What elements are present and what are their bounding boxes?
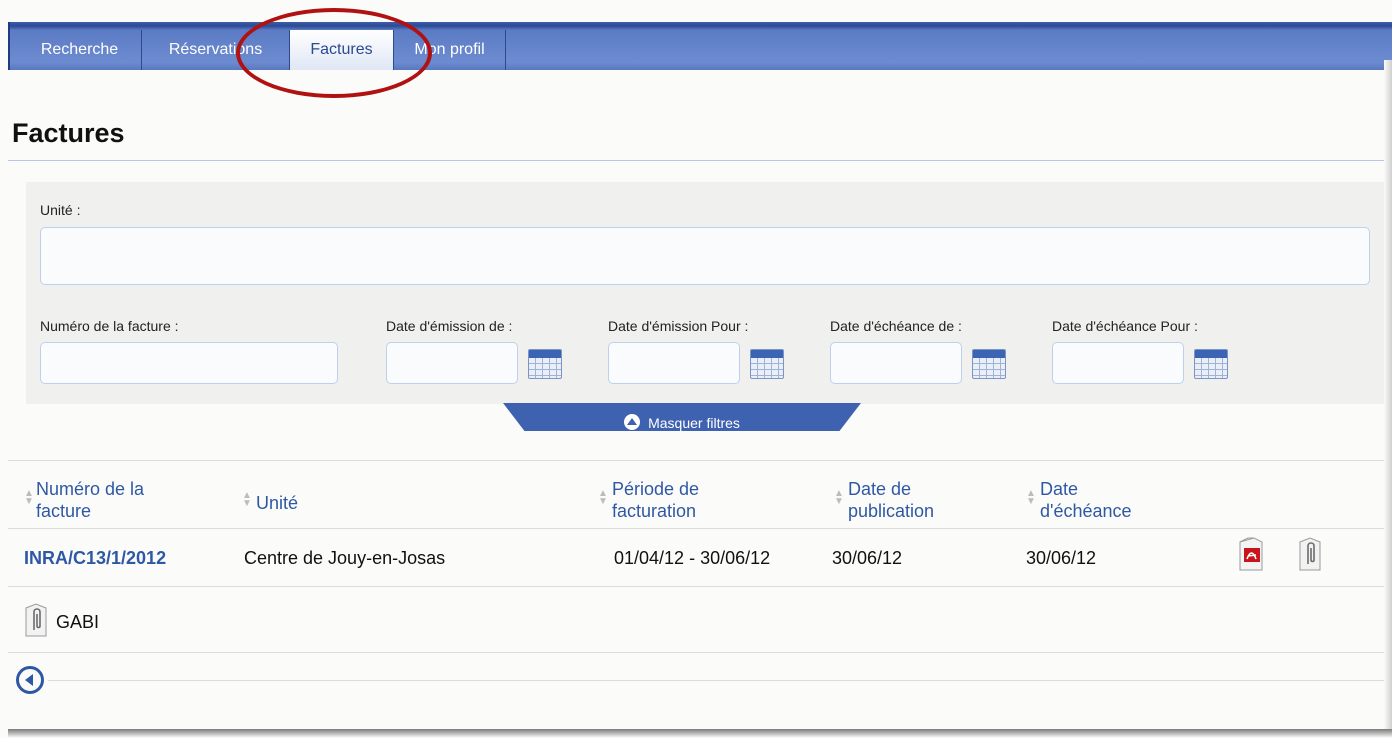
column-header-billing-period[interactable]: Période de facturation bbox=[612, 478, 699, 522]
calendar-icon[interactable] bbox=[1194, 349, 1228, 379]
column-header-invoice-number[interactable]: Numéro de la facture bbox=[36, 478, 144, 522]
sort-icon: ▲ ▼ bbox=[834, 488, 844, 507]
due-date-to-label: Date d'échéance Pour : bbox=[1052, 318, 1198, 334]
billing-period-cell: 01/04/12 - 30/06/12 bbox=[614, 548, 771, 568]
sort-icon: ▲ ▼ bbox=[242, 490, 252, 509]
unit-input[interactable] bbox=[40, 227, 1370, 285]
hide-filters-button[interactable]: Masquer filtres bbox=[503, 403, 861, 431]
tab-recherche[interactable]: Recherche bbox=[18, 30, 142, 70]
title-divider bbox=[8, 160, 1392, 161]
sort-icon: ▲ ▼ bbox=[24, 488, 34, 507]
chevron-up-icon bbox=[624, 414, 641, 430]
hide-filters-label: Masquer filtres bbox=[648, 415, 740, 431]
page-shadow bbox=[1384, 60, 1392, 738]
issue-date-from-input[interactable] bbox=[386, 342, 518, 384]
paperclip-icon[interactable] bbox=[1296, 536, 1324, 572]
highlight-circle bbox=[236, 8, 432, 98]
attachment-label[interactable]: GABI bbox=[56, 612, 99, 633]
invoice-number-input[interactable] bbox=[40, 342, 338, 384]
invoice-number-label: Numéro de la facture : bbox=[40, 318, 179, 334]
calendar-icon[interactable] bbox=[750, 349, 784, 379]
issue-date-from-label: Date d'émission de : bbox=[386, 318, 513, 334]
issue-date-to-label: Date d'émission Pour : bbox=[608, 318, 749, 334]
page: Recherche Réservations Factures Mon prof… bbox=[0, 0, 1392, 738]
calendar-icon[interactable] bbox=[972, 349, 1006, 379]
calendar-icon[interactable] bbox=[528, 349, 562, 379]
column-header-unit[interactable]: Unité bbox=[256, 492, 298, 514]
page-shadow bbox=[8, 729, 1392, 738]
attachment-divider bbox=[8, 652, 1384, 653]
table-row-divider bbox=[8, 586, 1384, 587]
back-button[interactable] bbox=[16, 666, 44, 694]
due-date-to-input[interactable] bbox=[1052, 342, 1184, 384]
due-date-from-input[interactable] bbox=[830, 342, 962, 384]
table-header-divider bbox=[8, 528, 1384, 529]
due-date-cell: 30/06/12 bbox=[1026, 548, 1097, 568]
pdf-icon[interactable] bbox=[1236, 536, 1264, 572]
filter-panel: Unité : Numéro de la facture : Date d'ém… bbox=[26, 182, 1392, 404]
publication-date-cell: 30/06/12 bbox=[832, 548, 903, 568]
sort-icon: ▲ ▼ bbox=[598, 488, 608, 507]
invoice-number-link[interactable]: INRA/C13/1/2012 bbox=[24, 548, 166, 569]
table-divider bbox=[8, 460, 1384, 461]
unit-cell: Centre de Jouy-en-Josas bbox=[244, 548, 446, 568]
footer-divider bbox=[48, 680, 1384, 681]
paperclip-icon[interactable] bbox=[22, 602, 50, 638]
issue-date-to-input[interactable] bbox=[608, 342, 740, 384]
column-header-publication-date[interactable]: Date de publication bbox=[848, 478, 934, 522]
unit-label: Unité : bbox=[40, 202, 81, 218]
column-header-due-date[interactable]: Date d'échéance bbox=[1040, 478, 1132, 522]
top-navigation: Recherche Réservations Factures Mon prof… bbox=[8, 22, 1392, 70]
page-title: Factures bbox=[12, 118, 125, 148]
sort-icon: ▲ ▼ bbox=[1026, 488, 1036, 507]
due-date-from-label: Date d'échéance de : bbox=[830, 318, 962, 334]
